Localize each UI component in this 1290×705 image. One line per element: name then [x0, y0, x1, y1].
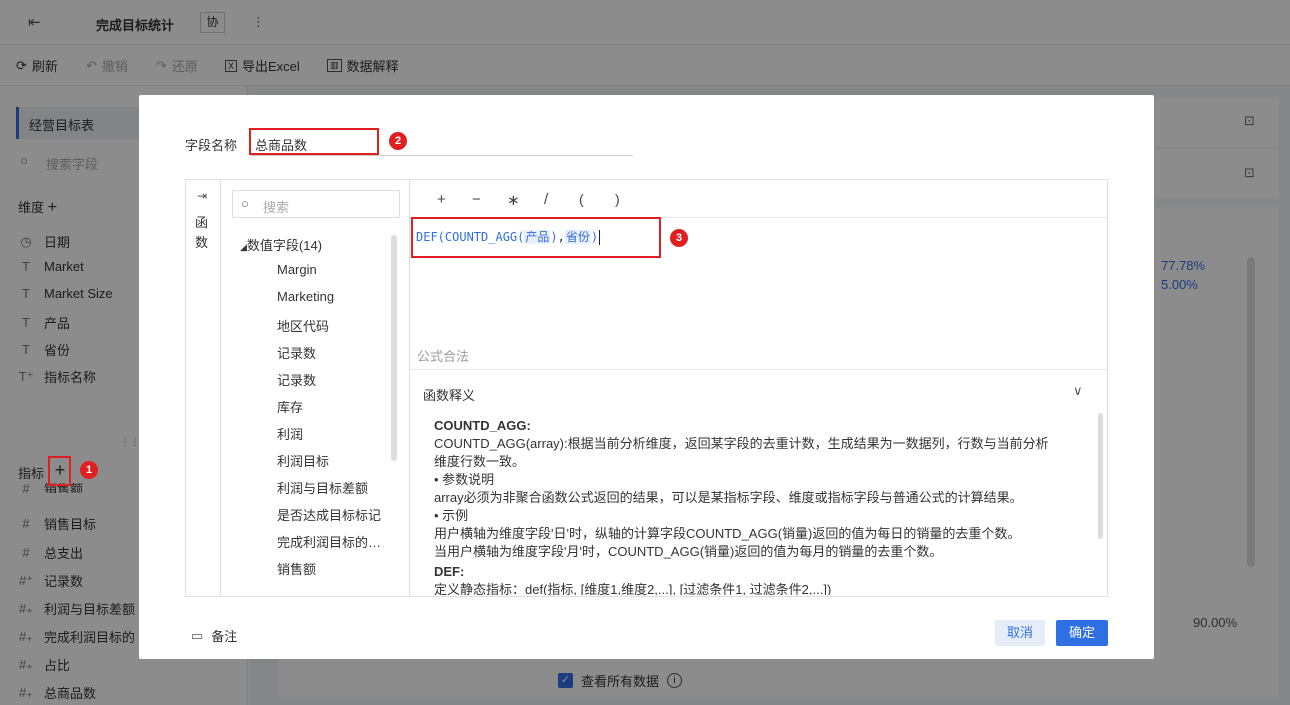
divider [409, 179, 410, 597]
field-list-item[interactable]: 记录数 [277, 370, 316, 389]
operator-left-paren[interactable]: ( [579, 191, 584, 207]
operator-plus[interactable]: + [437, 191, 446, 208]
function-search-input[interactable]: ○ 搜索 [232, 190, 400, 218]
help-text: 定义静态指标：def(指标, [维度1,维度2,...], [过滤条件1, 过滤… [434, 582, 832, 595]
field-list-item[interactable]: 记录数 [277, 343, 316, 362]
field-list-item[interactable]: Margin [277, 262, 317, 277]
help-text: COUNTD_AGG(array):根据当前分析维度，返回某字段的去重计数，生成… [434, 436, 1049, 451]
operator-minus[interactable]: − [472, 191, 481, 208]
note-icon: ▭ [191, 627, 204, 643]
calculated-field-dialog: 字段名称 总商品数 ⇥ 函数 ○ 搜索 ◢数值字段(14) Margin Mar… [139, 95, 1154, 659]
operator-right-paren[interactable]: ) [615, 191, 620, 207]
annotation-box [411, 217, 661, 258]
field-list-item[interactable]: 库存 [277, 397, 303, 416]
field-list-item[interactable]: 完成利润目标的… [277, 532, 381, 551]
help-title: COUNTD_AGG: [434, 418, 531, 433]
field-group-label[interactable]: ◢数值字段(14) [240, 235, 322, 254]
operator-multiply[interactable]: ∗ [507, 191, 520, 209]
help-text: array必须为非聚合函数公式返回的结果，可以是某指标字段、维度或指标字段与普通… [434, 490, 1023, 505]
help-text: 维度行数一致。 [434, 454, 526, 469]
expand-triangle-icon: ◢ [240, 242, 247, 252]
collapse-icon[interactable]: ⇥ [197, 189, 207, 203]
help-header: 函数释义 [423, 388, 476, 403]
help-text: • 示例 [434, 508, 469, 523]
chevron-down-icon[interactable]: ∨ [1073, 383, 1083, 399]
annotation-badge: 3 [670, 229, 688, 247]
field-list-item[interactable]: Marketing [277, 289, 334, 304]
tab-functions[interactable]: 函数 [195, 213, 211, 253]
formula-status: 公式合法 [417, 349, 470, 364]
field-list-item[interactable]: 销售额 [277, 559, 316, 578]
help-text: 用户横轴为维度字段'日'时，纵轴的计算字段COUNTD_AGG(销量)返回的值为… [434, 526, 1021, 541]
annotation-box [249, 128, 379, 155]
help-text: • 参数说明 [434, 472, 495, 487]
help-text: 当用户横轴为维度字段'月'时，COUNTD_AGG(销量)返回的值为每月的销量的… [434, 544, 943, 559]
field-list-item[interactable]: 利润目标 [277, 451, 329, 470]
confirm-button[interactable]: 确定 [1056, 620, 1108, 646]
side-tabs: ⇥ 函数 [185, 179, 221, 597]
annotation-badge: 1 [80, 461, 98, 479]
divider [410, 369, 1107, 370]
field-name-label: 字段名称 [185, 138, 238, 153]
remark-button[interactable]: ▭ 备注 [191, 626, 237, 645]
operator-divide[interactable]: / [544, 191, 548, 208]
field-list-item[interactable]: 利润 [277, 424, 303, 443]
help-title: DEF: [434, 564, 465, 579]
annotation-box [48, 456, 71, 486]
field-list-item[interactable]: 利润与目标差额 [277, 478, 368, 497]
search-icon: ○ [241, 196, 249, 211]
field-list-scrollbar[interactable] [391, 235, 397, 461]
annotation-badge: 2 [389, 132, 407, 150]
field-list-item[interactable]: 地区代码 [277, 316, 329, 335]
field-list-item[interactable]: 是否达成目标标记 [277, 505, 381, 524]
help-scrollbar[interactable] [1098, 413, 1103, 539]
cancel-button[interactable]: 取消 [995, 620, 1045, 646]
